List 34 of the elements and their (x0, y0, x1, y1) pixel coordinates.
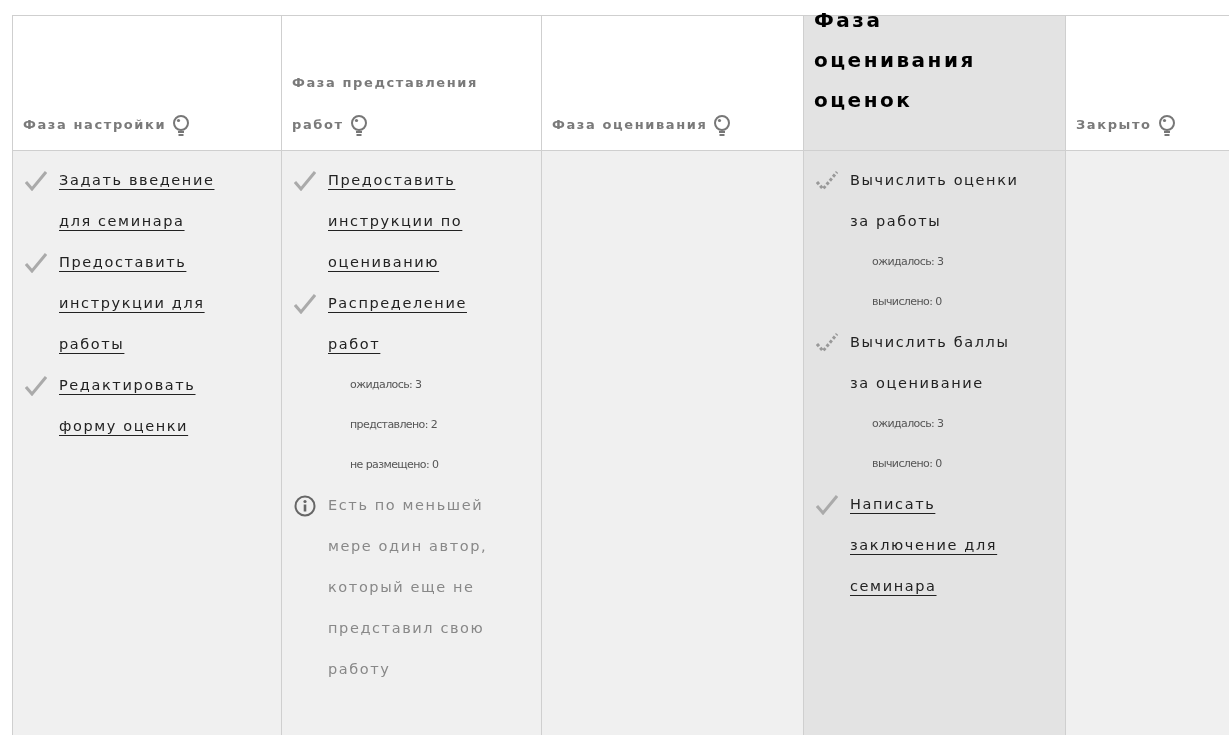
dashed-check-icon (816, 333, 838, 353)
lightbulb-icon[interactable] (713, 114, 732, 137)
phase-title: Фаза настройки (23, 104, 191, 146)
task-link[interactable]: Редактировать форму оценки (59, 365, 249, 447)
phase-title: Фаза представления работ (292, 62, 531, 146)
lightbulb-icon[interactable] (349, 114, 368, 137)
task-detail: ожидалось: 3 (349, 377, 423, 393)
task-link[interactable]: Распределение работ (328, 283, 518, 365)
task-detail: не размещено: 0 (349, 457, 440, 473)
check-icon (25, 376, 47, 396)
task-detail: ожидалось: 3 (871, 254, 945, 270)
check-icon (294, 171, 316, 191)
task-link[interactable]: Написать заключение для семинара (850, 484, 1040, 607)
info-message: Есть по меньшей мере один автор, который еще не представил свою работу (328, 496, 489, 679)
check-icon (25, 253, 47, 273)
task-label: Вычислить баллы за оценивание (850, 333, 1011, 393)
info-icon (294, 495, 316, 517)
task-link[interactable]: Предоставить инструкции по оцениванию (328, 160, 518, 283)
phase-title: Фаза оценивания оценок (814, 7, 977, 114)
phase-title: Закрыто (1076, 104, 1176, 146)
task-detail: вычислено: 0 (871, 456, 943, 472)
check-icon (816, 495, 838, 515)
task-detail: представлено: 2 (349, 417, 439, 433)
dashed-check-icon (816, 171, 838, 191)
task-detail: вычислено: 0 (871, 294, 943, 310)
check-icon (25, 171, 47, 191)
task-link[interactable]: Задать введение для семинара (59, 160, 249, 242)
phase-title: Фаза оценивания (552, 104, 732, 146)
task-detail: ожидалось: 3 (871, 416, 945, 432)
task-link[interactable]: Предоставить инструкции для работы (59, 242, 249, 365)
task-label: Вычислить оценки за работы (850, 171, 1020, 231)
lightbulb-icon[interactable] (172, 114, 191, 137)
check-icon (294, 294, 316, 314)
lightbulb-icon[interactable] (1157, 114, 1176, 137)
